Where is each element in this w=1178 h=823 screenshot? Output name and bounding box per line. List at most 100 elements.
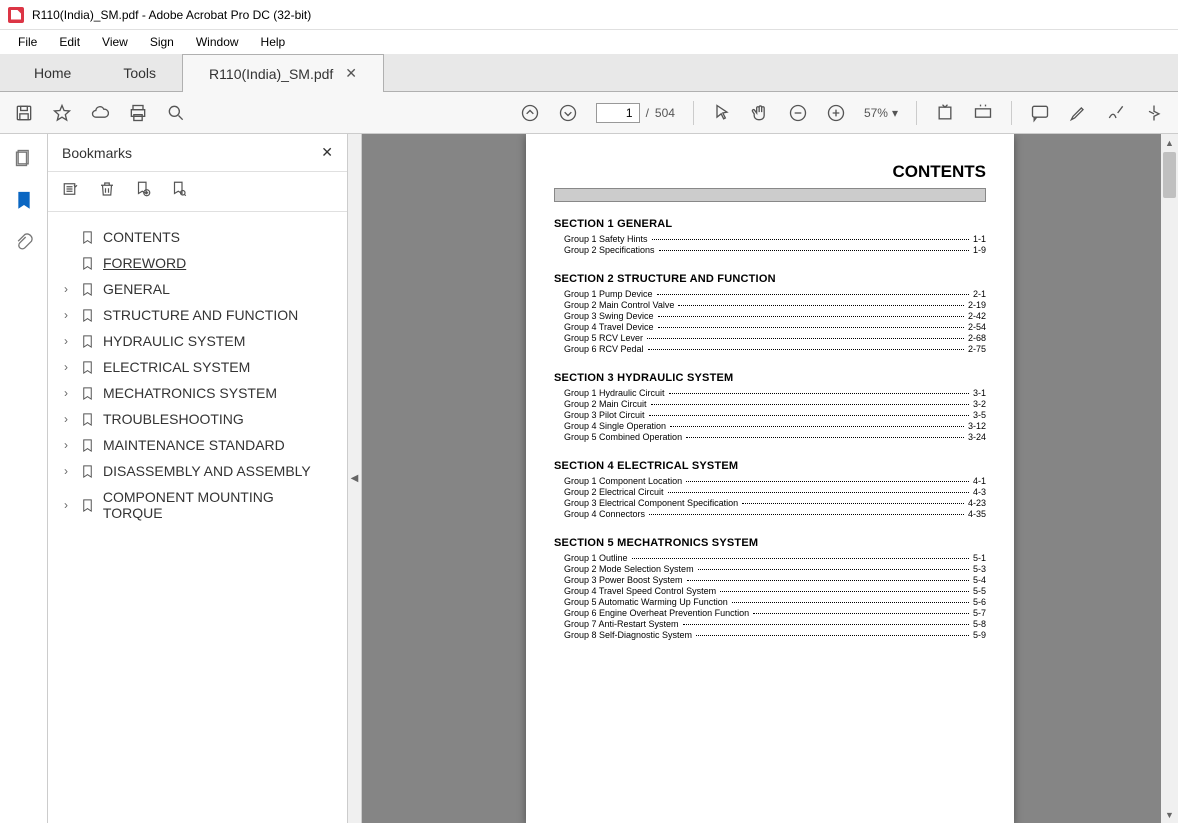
- toc-entry: Group 3 Pilot Circuit: [564, 410, 645, 420]
- toc-entry: Group 4 Travel Speed Control System: [564, 586, 716, 596]
- bookmark-item[interactable]: CONTENTS: [58, 224, 337, 250]
- toc-page: 2-75: [968, 344, 986, 354]
- menu-file[interactable]: File: [8, 33, 47, 51]
- highlight-icon[interactable]: [1068, 103, 1088, 123]
- page-sep: /: [646, 106, 649, 120]
- save-icon[interactable]: [14, 103, 34, 123]
- toc-row: Group 3 Pilot Circuit3-5: [554, 410, 986, 420]
- chevron-icon[interactable]: ›: [60, 412, 72, 426]
- bookmark-item[interactable]: ›DISASSEMBLY AND ASSEMBLY: [58, 458, 337, 484]
- tab-document[interactable]: R110(India)_SM.pdf ✕: [182, 54, 384, 92]
- menu-help[interactable]: Help: [251, 33, 296, 51]
- sign-icon[interactable]: [1106, 103, 1126, 123]
- bookmark-label: COMPONENT MOUNTING TORQUE: [103, 489, 335, 521]
- toc-entry: Group 4 Travel Device: [564, 322, 654, 332]
- toc-leader: [647, 338, 964, 339]
- find-bookmark-icon[interactable]: [170, 180, 188, 203]
- bookmark-item[interactable]: ›STRUCTURE AND FUNCTION: [58, 302, 337, 328]
- toc-page: 1-9: [973, 245, 986, 255]
- chevron-icon[interactable]: ›: [60, 308, 72, 322]
- bookmark-label: GENERAL: [103, 281, 170, 297]
- zoom-caret-icon: ▾: [892, 106, 898, 120]
- chevron-icon[interactable]: ›: [60, 334, 72, 348]
- toc-leader: [753, 613, 969, 614]
- zoom-level[interactable]: 57% ▾: [864, 106, 898, 120]
- menu-edit[interactable]: Edit: [49, 33, 90, 51]
- toc-page: 5-8: [973, 619, 986, 629]
- scroll-up-icon[interactable]: ▲: [1161, 134, 1178, 151]
- toc-leader: [686, 481, 969, 482]
- toc-entry: Group 3 Electrical Component Specificati…: [564, 498, 738, 508]
- toc-row: Group 1 Hydraulic Circuit3-1: [554, 388, 986, 398]
- menu-sign[interactable]: Sign: [140, 33, 184, 51]
- toc-leader: [698, 569, 969, 570]
- tab-home[interactable]: Home: [8, 55, 97, 91]
- delete-bookmark-icon[interactable]: [98, 180, 116, 203]
- toolbar: / 504 57% ▾: [0, 92, 1178, 134]
- bookmark-options-icon[interactable]: [62, 180, 80, 203]
- close-tab-icon[interactable]: ✕: [345, 65, 357, 82]
- search-icon[interactable]: [166, 103, 186, 123]
- bookmarks-icon[interactable]: [14, 190, 34, 210]
- more-tools-icon[interactable]: [1144, 103, 1164, 123]
- chevron-icon[interactable]: ›: [60, 360, 72, 374]
- bookmark-label: HYDRAULIC SYSTEM: [103, 333, 245, 349]
- bookmarks-title: Bookmarks: [62, 145, 132, 161]
- toc-entry: Group 2 Main Circuit: [564, 399, 647, 409]
- toc-row: Group 2 Mode Selection System5-3: [554, 564, 986, 574]
- chevron-icon[interactable]: ›: [60, 464, 72, 478]
- toc-section: SECTION 4 ELECTRICAL SYSTEMGroup 1 Compo…: [554, 460, 986, 519]
- page-current-input[interactable]: [596, 103, 640, 123]
- toc-entry: Group 1 Outline: [564, 553, 628, 563]
- toc-leader: [651, 404, 969, 405]
- bookmark-item[interactable]: › GENERAL: [58, 276, 337, 302]
- bookmark-item[interactable]: › COMPONENT MOUNTING TORQUE: [58, 484, 337, 526]
- page-up-icon[interactable]: [520, 103, 540, 123]
- toc-entry: Group 2 Main Control Valve: [564, 300, 674, 310]
- bookmark-label: TROUBLESHOOTING: [103, 411, 244, 427]
- bookmarks-tree: CONTENTSFOREWORD › GENERAL ›STRUCTURE AND F…: [48, 212, 347, 823]
- bookmark-item[interactable]: ›MAINTENANCE STANDARD: [58, 432, 337, 458]
- thumbnails-icon[interactable]: [14, 148, 34, 168]
- menu-bar: File Edit View Sign Window Help: [0, 30, 1178, 54]
- star-icon[interactable]: [52, 103, 72, 123]
- toc-leader: [658, 327, 964, 328]
- chevron-icon[interactable]: ›: [60, 282, 72, 296]
- toc-leader: [720, 591, 969, 592]
- chevron-icon[interactable]: ›: [60, 386, 72, 400]
- fit-width-icon[interactable]: [935, 103, 955, 123]
- toc-leader: [657, 294, 969, 295]
- toc-leader: [649, 415, 969, 416]
- hand-icon[interactable]: [750, 103, 770, 123]
- pointer-icon[interactable]: [712, 103, 732, 123]
- bookmark-item[interactable]: FOREWORD: [58, 250, 337, 276]
- print-icon[interactable]: [128, 103, 148, 123]
- scroll-down-icon[interactable]: ▼: [1161, 806, 1178, 823]
- chevron-icon[interactable]: ›: [60, 438, 72, 452]
- bookmark-item[interactable]: ›ELECTRICAL SYSTEM: [58, 354, 337, 380]
- vertical-scrollbar[interactable]: ▲ ▼: [1161, 134, 1178, 823]
- zoom-in-icon[interactable]: [826, 103, 846, 123]
- cloud-icon[interactable]: [90, 103, 110, 123]
- attachments-icon[interactable]: [14, 232, 34, 252]
- toc-page: 4-23: [968, 498, 986, 508]
- menu-view[interactable]: View: [92, 33, 138, 51]
- add-bookmark-icon[interactable]: [134, 180, 152, 203]
- zoom-out-icon[interactable]: [788, 103, 808, 123]
- scroll-thumb[interactable]: [1163, 152, 1176, 198]
- page-down-icon[interactable]: [558, 103, 578, 123]
- fit-page-icon[interactable]: [973, 103, 993, 123]
- tab-tools[interactable]: Tools: [97, 55, 182, 91]
- toc-row: Group 3 Electrical Component Specificati…: [554, 498, 986, 508]
- chevron-icon[interactable]: ›: [60, 498, 72, 512]
- menu-window[interactable]: Window: [186, 33, 249, 51]
- collapse-panel-button[interactable]: ◀: [348, 134, 362, 823]
- comment-icon[interactable]: [1030, 103, 1050, 123]
- toc-leader: [732, 602, 969, 603]
- bookmark-label: MECHATRONICS SYSTEM: [103, 385, 277, 401]
- close-panel-icon[interactable]: ✕: [321, 144, 333, 161]
- document-viewport[interactable]: CONTENTS SECTION 1 GENERALGroup 1 Safety…: [362, 134, 1178, 823]
- bookmark-item[interactable]: › MECHATRONICS SYSTEM: [58, 380, 337, 406]
- bookmark-item[interactable]: › TROUBLESHOOTING: [58, 406, 337, 432]
- bookmark-item[interactable]: › HYDRAULIC SYSTEM: [58, 328, 337, 354]
